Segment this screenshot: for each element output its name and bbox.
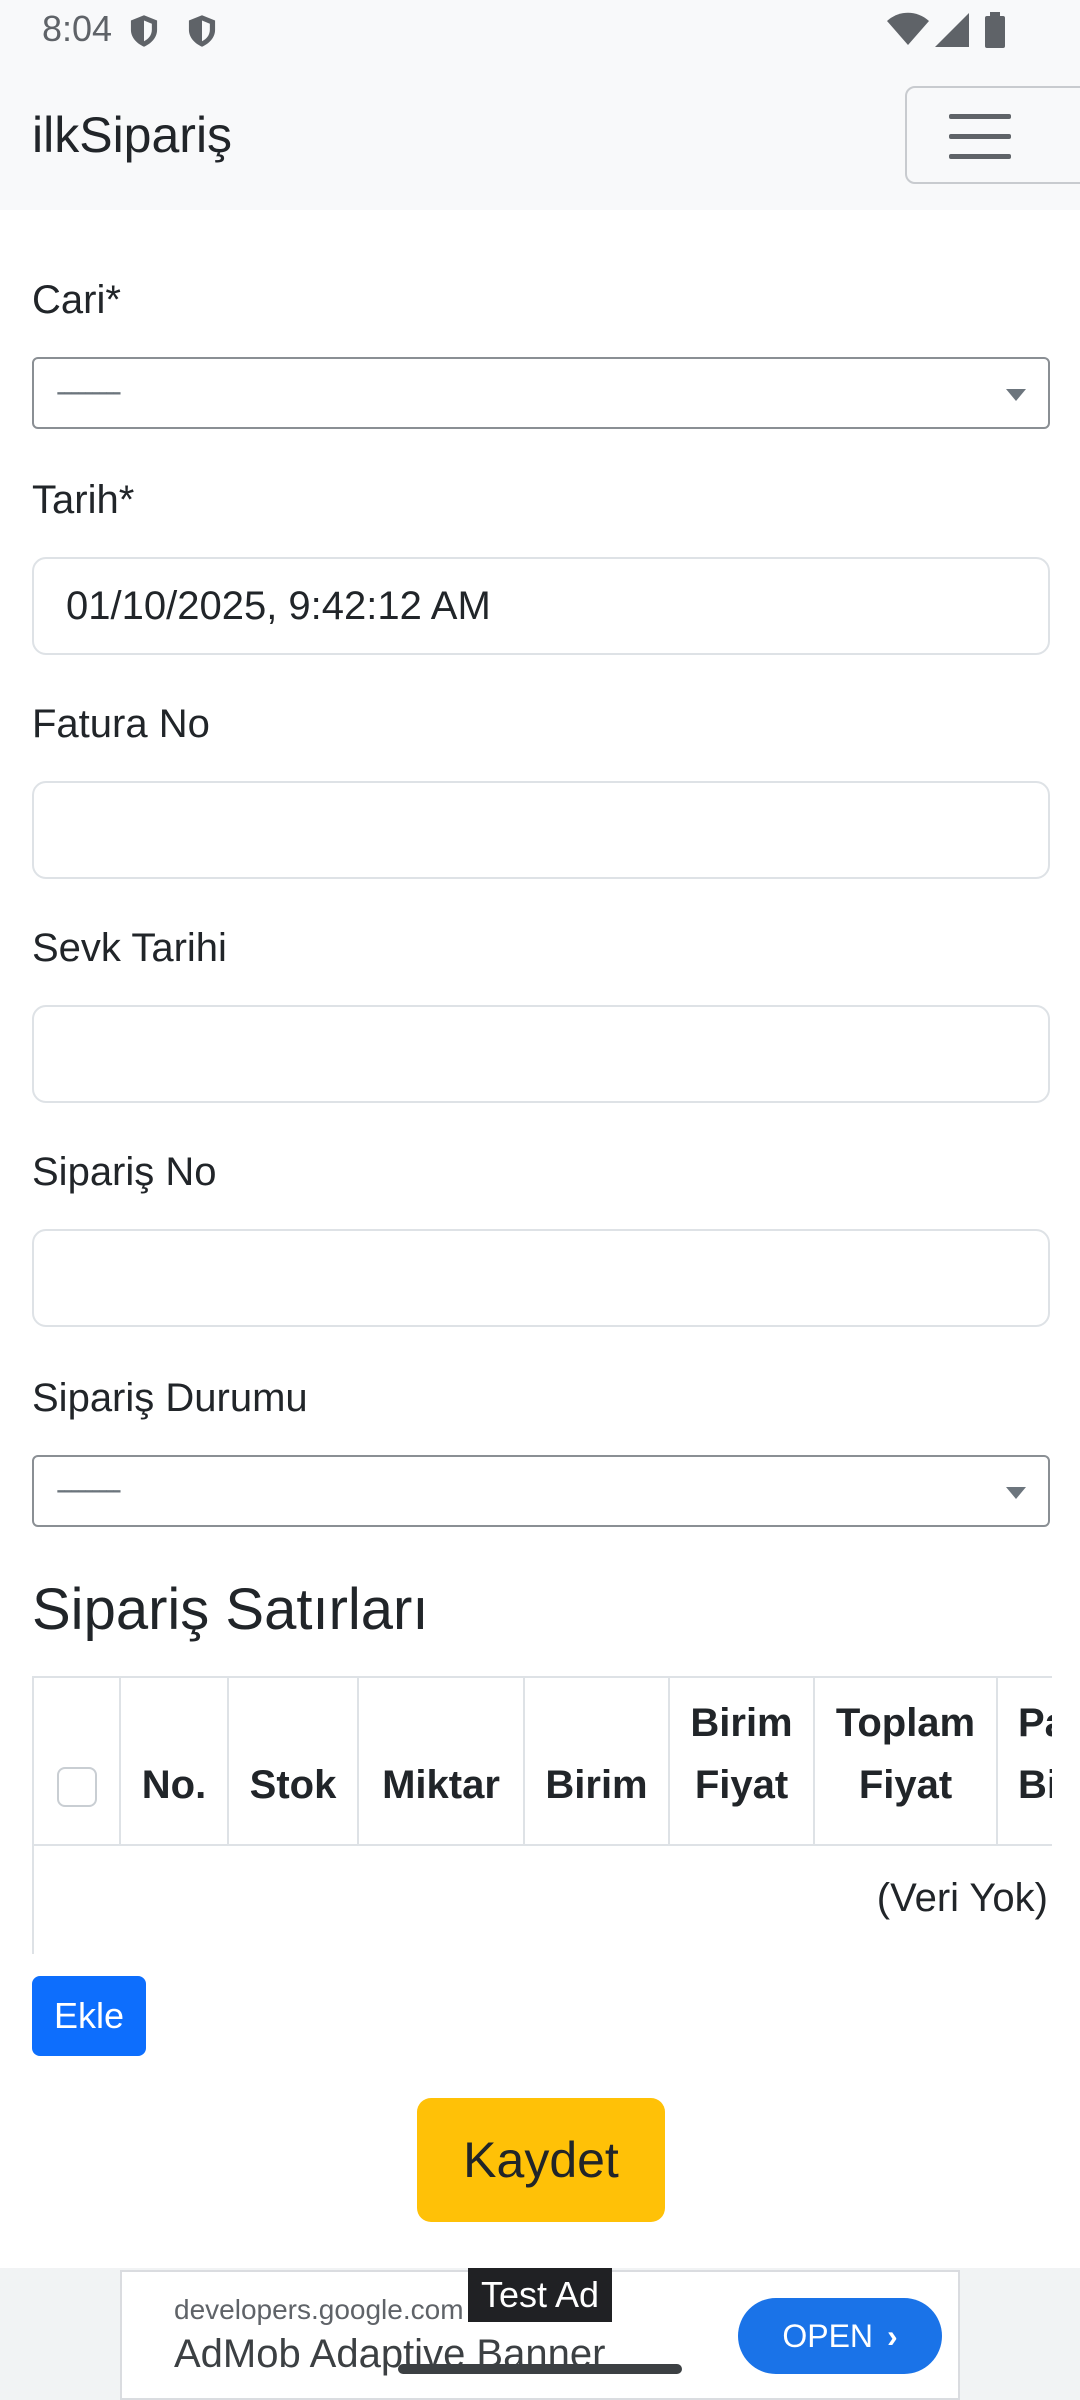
tarih-input[interactable] xyxy=(32,557,1050,655)
table-row: (Veri Yok) xyxy=(34,1845,1052,1952)
select-all-checkbox[interactable] xyxy=(56,1767,97,1808)
status-time: 8:04 xyxy=(42,8,113,49)
siparis-durumu-select[interactable]: --------- xyxy=(32,1455,1050,1527)
cari-select-value: --------- xyxy=(56,375,122,408)
siparis-no-label: Sipariş No xyxy=(32,1150,217,1194)
ad-open-button[interactable]: OPEN › xyxy=(738,2298,942,2374)
shield-icon xyxy=(130,15,158,47)
chevron-right-icon: › xyxy=(887,2317,898,2354)
sevk-tarihi-label: Sevk Tarihi xyxy=(32,926,227,970)
cari-label: Cari* xyxy=(32,278,121,322)
siparis-durumu-select-value: --------- xyxy=(56,1473,122,1506)
status-bar: 8:04 xyxy=(0,0,1080,62)
column-header-birim[interactable]: Birim xyxy=(524,1676,670,1846)
menu-toggle-button[interactable] xyxy=(905,86,1080,184)
cari-select[interactable]: --------- xyxy=(32,357,1050,429)
brand-title[interactable]: ilkSipariş xyxy=(32,106,232,164)
save-button[interactable]: Kaydet xyxy=(417,2098,665,2222)
sevk-tarihi-input[interactable] xyxy=(32,1005,1050,1103)
column-header-stok[interactable]: Stok xyxy=(228,1676,359,1846)
column-header-toplam-fiyat[interactable]: Toplam Fiyat xyxy=(814,1676,998,1846)
section-title: Sipariş Satırları xyxy=(32,1577,429,1642)
home-indicator[interactable] xyxy=(398,2364,682,2374)
column-header-no[interactable]: No. xyxy=(120,1676,229,1846)
table-header-row: No. Stok Miktar Birim Birim Fiyat Toplam… xyxy=(34,1676,1052,1846)
signal-icon xyxy=(935,13,969,47)
siparis-durumu-label: Sipariş Durumu xyxy=(32,1376,308,1420)
fatura-no-input[interactable] xyxy=(32,781,1050,879)
chevron-down-icon xyxy=(1006,1487,1026,1499)
empty-table-message: (Veri Yok) xyxy=(876,1876,1048,1920)
column-header-birim-fiyat[interactable]: Birim Fiyat xyxy=(669,1676,815,1846)
shield-icon xyxy=(188,15,216,47)
add-line-button[interactable]: Ekle xyxy=(32,1976,146,2056)
order-lines-table[interactable]: No. Stok Miktar Birim Birim Fiyat Toplam… xyxy=(32,1676,1052,1954)
wifi-icon xyxy=(887,12,929,45)
battery-icon xyxy=(985,12,1005,48)
navbar: ilkSipariş xyxy=(0,62,1080,210)
ad-domain: developers.google.com xyxy=(174,2294,464,2325)
tarih-label: Tarih* xyxy=(32,478,135,522)
select-all-header xyxy=(34,1676,121,1846)
column-header-para-birimi[interactable]: Para Birimi xyxy=(997,1676,1052,1846)
test-ad-badge: Test Ad xyxy=(468,2268,612,2322)
column-header-miktar[interactable]: Miktar xyxy=(358,1676,525,1846)
siparis-no-input[interactable] xyxy=(32,1229,1050,1327)
ad-open-label: OPEN xyxy=(782,2317,874,2354)
fatura-no-label: Fatura No xyxy=(32,702,210,746)
chevron-down-icon xyxy=(1006,389,1026,401)
